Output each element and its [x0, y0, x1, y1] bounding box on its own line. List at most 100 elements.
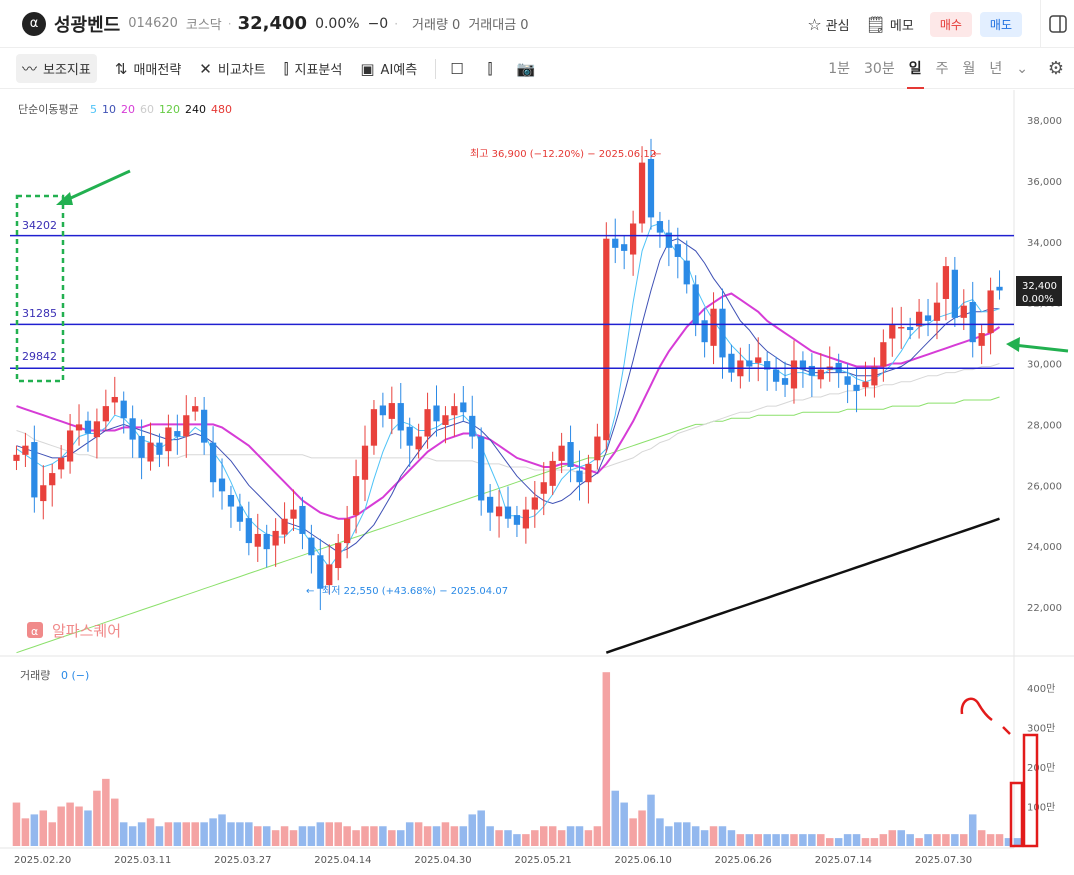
candle-body	[326, 564, 333, 586]
candle-body	[40, 485, 47, 502]
sell-button[interactable]: 매도	[979, 11, 1022, 37]
candle-body	[147, 442, 154, 462]
candle-body	[66, 430, 74, 462]
candle-body	[951, 269, 958, 318]
volume-bar	[262, 826, 271, 846]
candle-body	[433, 405, 440, 422]
ma-legend-item: 480	[211, 103, 232, 116]
candle-body	[942, 266, 950, 299]
volume-bar	[423, 826, 432, 846]
candle-body	[701, 320, 708, 343]
candle-body	[75, 424, 83, 431]
period-year[interactable]: 년	[989, 49, 1002, 89]
draw-box-button[interactable]: ☐	[450, 60, 469, 78]
volume-bar	[182, 822, 191, 846]
volume-bar	[48, 822, 56, 846]
volume-bar	[522, 834, 530, 846]
volume-bar	[968, 814, 977, 846]
ai-icon: ▣	[360, 59, 375, 78]
volume-bar	[245, 822, 253, 846]
volume-bar	[254, 826, 262, 846]
volume-text: 거래량 0	[412, 18, 461, 33]
price-tick-label: 36,000	[1027, 177, 1062, 188]
candle-body	[335, 543, 342, 569]
ma-legend-item: 20	[121, 103, 135, 116]
volume-bar	[504, 830, 512, 846]
candle-body	[183, 415, 190, 437]
ma-legend-item: 60	[140, 103, 154, 116]
period-30min[interactable]: 30분	[864, 49, 895, 89]
candle-body	[495, 506, 503, 517]
volume-bar	[370, 826, 378, 846]
volume-bar	[128, 826, 137, 846]
volume-bar	[57, 806, 65, 846]
analysis-button[interactable]: ⫿ 지표분석	[284, 59, 343, 79]
candle-body	[629, 223, 637, 255]
volume-bar	[343, 826, 351, 846]
screenshot-button[interactable]: 📷	[516, 60, 541, 78]
candle-body	[674, 244, 681, 257]
period-1min[interactable]: 1분	[828, 49, 850, 89]
separator-dot: ·	[227, 16, 232, 31]
volume-bar	[450, 826, 459, 846]
candle-body	[486, 496, 494, 513]
stock-logo-icon: α	[22, 11, 46, 36]
volume-tick-label: 400만	[1027, 683, 1055, 695]
ma-legend-item: 5	[90, 103, 97, 116]
high-annotation: 최고 36,900 (−12.20%) − 2025.06.12	[470, 148, 656, 160]
volume-bar	[682, 822, 691, 846]
volume-bar	[539, 826, 548, 846]
strategy-button[interactable]: ⇅ 매매전략	[115, 59, 181, 79]
price-tick-label: 26,000	[1027, 481, 1062, 492]
volume-bar	[388, 830, 396, 846]
period-month[interactable]: 월	[962, 49, 975, 89]
price-tick-label: 22,000	[1027, 603, 1062, 614]
volume-bar	[173, 822, 182, 846]
candle-body	[174, 431, 181, 437]
candle-body	[379, 405, 387, 416]
candle-body	[102, 406, 109, 422]
candle-type-button[interactable]: ⫿	[488, 60, 499, 78]
settings-gear-icon[interactable]: ⚙	[1048, 58, 1064, 79]
candle-body	[272, 530, 279, 546]
candle-body	[218, 478, 226, 492]
price-tick-label: 38,000	[1027, 116, 1062, 127]
date-tick-label: 2025.03.27	[214, 855, 271, 866]
memo-button[interactable]: 🗒 메모	[866, 15, 914, 34]
candle-body	[808, 365, 815, 376]
candle-body	[344, 518, 351, 544]
period-more-chevron-icon[interactable]: ⌄	[1016, 49, 1028, 89]
volume-bar	[888, 830, 897, 846]
candle-body	[576, 470, 583, 483]
candle-body	[612, 238, 619, 248]
price-chart[interactable]: 단순이동평균 5 10 20 60 120 240 480 38,000 36,000 34,0…	[0, 90, 1074, 875]
volume-bar	[861, 838, 870, 846]
volume-bar	[486, 826, 494, 846]
period-selector: 1분 30분 일 주 월 년 ⌄	[814, 49, 1028, 89]
volume-bar	[817, 834, 825, 846]
volume-bar	[718, 826, 727, 846]
volume-panel-value: 0 (−)	[61, 669, 89, 682]
panel-toggle-button[interactable]	[1040, 0, 1074, 48]
candle-body	[263, 533, 270, 550]
volume-bar	[843, 834, 852, 846]
indicators-button[interactable]: 〰 보조지표	[16, 54, 97, 83]
period-week[interactable]: 주	[936, 49, 949, 89]
volume-bar	[325, 822, 334, 846]
ai-predict-button[interactable]: ▣ AI예측	[360, 59, 417, 79]
green-arrow-right-icon	[1006, 337, 1069, 353]
candle-body	[478, 436, 485, 501]
compare-button[interactable]: ✕ 비교차트	[199, 59, 265, 79]
candle-body	[621, 244, 628, 251]
volume-bar	[566, 826, 575, 846]
volume-bar	[799, 834, 807, 846]
watch-button[interactable]: ☆ 관심	[807, 15, 849, 34]
ma240-line	[605, 517, 1000, 654]
price-tick-label: 24,000	[1027, 542, 1062, 553]
buy-button[interactable]: 매수	[929, 11, 972, 37]
volume-bar	[629, 818, 637, 846]
volume-bar	[307, 826, 316, 846]
candle-body	[871, 366, 878, 386]
period-day[interactable]: 일	[906, 49, 924, 89]
candle-body	[93, 421, 101, 438]
